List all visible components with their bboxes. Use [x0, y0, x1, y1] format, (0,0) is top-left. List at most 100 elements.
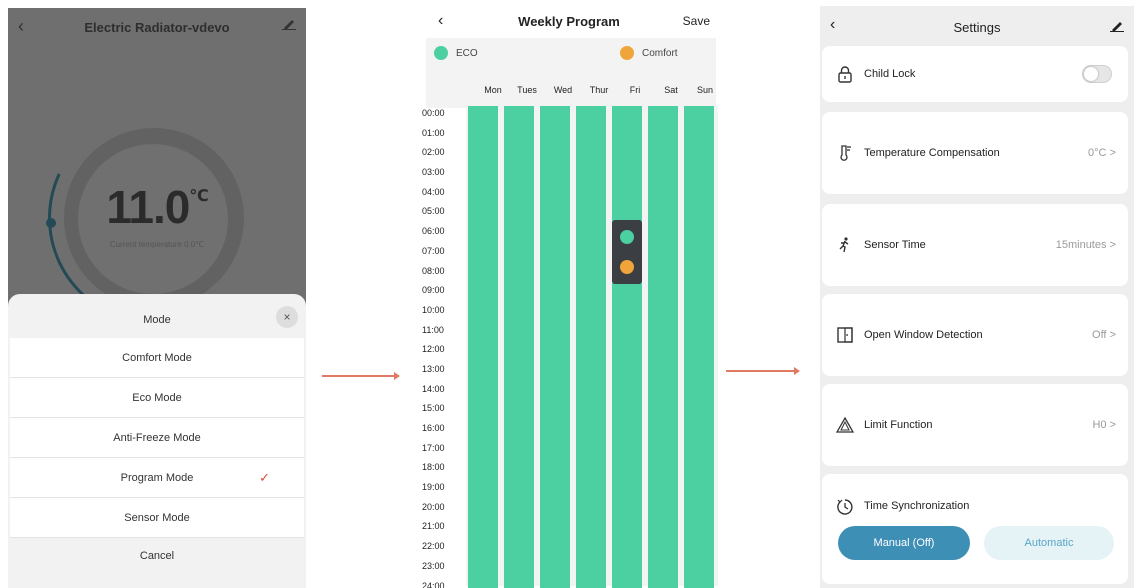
day-label-thur: Thur — [589, 85, 609, 95]
mode-sheet-title: Mode — [143, 314, 171, 326]
hour-label: 00:00 — [422, 108, 445, 118]
hour-label: 04:00 — [422, 186, 445, 197]
open-window-detection-row[interactable]: Open Window Detection Off > — [822, 294, 1128, 376]
close-icon[interactable]: × — [276, 306, 298, 328]
hour-label: 19:00 — [422, 482, 445, 493]
hour-label: 09:00 — [422, 285, 445, 296]
mode-option-program[interactable]: Program Mode ✓ — [10, 458, 304, 498]
hour-label: 17:00 — [422, 442, 445, 453]
cancel-button[interactable]: Cancel — [8, 550, 306, 562]
hour-label: 05:00 — [422, 206, 445, 217]
time-synchronization-label: Time Synchronization — [864, 500, 970, 512]
mode-sheet: Mode × Comfort Mode Eco Mode Anti-Freeze… — [8, 294, 306, 588]
comfort-option-dot[interactable] — [620, 260, 634, 274]
hour-label: 18:00 — [422, 462, 445, 473]
hour-label: 14:00 — [422, 383, 445, 394]
open-window-detection-value: Off > — [1092, 329, 1116, 341]
flow-arrow — [322, 372, 400, 380]
limit-function-value: H0 > — [1092, 419, 1116, 431]
hour-label: 10:00 — [422, 304, 445, 315]
schedule-column-thur[interactable] — [576, 106, 606, 588]
window-icon — [837, 327, 853, 343]
settings-header: ‹ Settings — [820, 6, 1134, 44]
hour-label: 24:00 — [422, 580, 445, 588]
limit-function-label: Limit Function — [864, 419, 933, 431]
child-lock-toggle[interactable] — [1082, 65, 1112, 83]
hour-label: 11:00 — [422, 324, 444, 335]
chevron-right-icon: > — [1109, 329, 1116, 341]
set-temperature: 11.0℃ — [8, 180, 306, 234]
legend-eco-label: ECO — [456, 48, 478, 59]
manual-sync-button[interactable]: Manual (Off) — [838, 526, 970, 560]
eco-color-dot — [434, 46, 448, 60]
temperature-compensation-text: 0°C — [1088, 147, 1107, 159]
schedule-column-mon[interactable] — [468, 106, 498, 588]
mode-option-anti-freeze[interactable]: Anti-Freeze Mode — [10, 418, 304, 458]
hour-label: 02:00 — [422, 147, 445, 158]
edit-icon[interactable] — [282, 18, 296, 30]
hour-label: 20:00 — [422, 501, 445, 512]
temperature-compensation-row[interactable]: Temperature Compensation 0°C > — [822, 112, 1128, 194]
hour-label: 22:00 — [422, 541, 445, 552]
schedule-column-fri[interactable] — [612, 106, 642, 588]
mode-option-label: Anti-Freeze Mode — [113, 431, 201, 444]
temperature-compensation-value: 0°C > — [1088, 147, 1116, 159]
open-window-detection-text: Off — [1092, 329, 1107, 341]
mode-list: Comfort Mode Eco Mode Anti-Freeze Mode P… — [10, 338, 304, 538]
mode-option-label: Program Mode — [120, 471, 194, 484]
sensor-time-text: 15minutes — [1055, 239, 1107, 251]
edit-icon[interactable] — [1110, 20, 1124, 32]
hour-label: 15:00 — [422, 403, 445, 414]
hour-label: 13:00 — [422, 363, 445, 374]
set-temperature-value: 11.0 — [106, 181, 190, 233]
limit-function-row[interactable]: Limit Function H0 > — [822, 384, 1128, 466]
day-label-sun: Sun — [696, 85, 713, 95]
sensor-time-row[interactable]: Sensor Time 15minutes > — [822, 204, 1128, 286]
mode-option-label: Sensor Mode — [124, 511, 190, 524]
lock-icon — [838, 66, 852, 83]
day-label-fri: Fri — [629, 85, 641, 95]
chevron-right-icon: > — [1109, 147, 1116, 159]
day-label-mon: Mon — [484, 85, 502, 95]
current-temperature-label: Current temperature 0.0℃ — [109, 240, 205, 249]
temperature-compensation-label: Temperature Compensation — [864, 147, 1000, 159]
child-lock-row[interactable]: Child Lock — [822, 46, 1128, 102]
day-label-wed: Wed — [553, 85, 573, 95]
mode-screen: ‹ Electric Radiator-vdevo 11.0℃ Current … — [8, 8, 306, 588]
mode-option-comfort[interactable]: Comfort Mode — [10, 338, 304, 378]
automatic-sync-button[interactable]: Automatic — [984, 526, 1114, 560]
thermometer-icon — [840, 145, 851, 161]
hour-label: 03:00 — [422, 167, 445, 178]
page-title: Settings — [953, 20, 1001, 35]
settings-screen: ‹ Settings Child Lock Temperature Compen… — [820, 6, 1134, 588]
mode-option-sensor[interactable]: Sensor Mode — [10, 498, 304, 538]
hour-label: 12:00 — [422, 344, 445, 355]
hour-label: 01:00 — [422, 127, 445, 138]
schedule-column-sun[interactable] — [684, 106, 714, 588]
day-header: Mon Tues Wed Thur Fri Sat Sun — [426, 72, 716, 108]
legend-comfort-label: Comfort — [642, 48, 678, 59]
hour-label: 06:00 — [422, 226, 445, 237]
flow-arrow — [726, 367, 800, 375]
hour-axis: 00:00 01:00 02:00 03:00 04:00 05:00 06:00 07:00… — [422, 108, 462, 588]
day-label-sat: Sat — [664, 85, 678, 95]
chevron-right-icon: > — [1109, 419, 1116, 431]
mode-option-eco[interactable]: Eco Mode — [10, 378, 304, 418]
eco-option-dot[interactable] — [620, 230, 634, 244]
sensor-time-value: 15minutes > — [1056, 239, 1116, 251]
page-title: Weekly Program — [518, 14, 620, 29]
comfort-color-dot — [620, 46, 634, 60]
mode-option-label: Comfort Mode — [122, 351, 192, 364]
weekly-program-screen: ‹ Weekly Program Save ECO Comfort Mon Tu… — [418, 6, 720, 588]
hour-label: 07:00 — [422, 245, 445, 256]
schedule-column-wed[interactable] — [540, 106, 570, 588]
schedule-column-sat[interactable] — [648, 106, 678, 588]
schedule-column-tues[interactable] — [504, 106, 534, 588]
save-button[interactable]: Save — [683, 14, 710, 28]
warning-icon — [836, 416, 854, 433]
hour-label: 16:00 — [422, 423, 445, 433]
hour-label: 23:00 — [422, 560, 445, 571]
limit-function-text: H0 — [1092, 419, 1107, 431]
program-legend: ECO Comfort — [426, 38, 716, 72]
day-label-tues: Tues — [517, 85, 537, 95]
